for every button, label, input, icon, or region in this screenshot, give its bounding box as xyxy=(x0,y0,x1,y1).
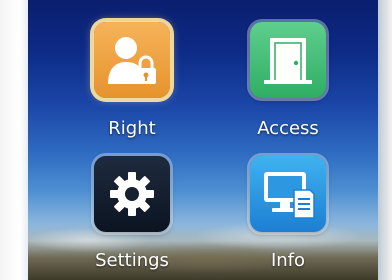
device-bezel-right xyxy=(378,0,392,280)
right-tile-button[interactable] xyxy=(94,22,170,98)
settings-label: Settings xyxy=(95,250,169,271)
device-bezel-left xyxy=(0,0,28,280)
computer-document-icon xyxy=(264,172,315,219)
settings-tile-button[interactable] xyxy=(94,156,170,232)
user-lock-icon xyxy=(108,37,156,84)
device-screen: Right Access Settings Info xyxy=(28,0,378,280)
door-icon xyxy=(264,38,312,84)
info-label: Info xyxy=(270,250,306,271)
info-tile-button[interactable] xyxy=(250,156,326,232)
gear-icon xyxy=(110,172,154,216)
access-tile-button[interactable] xyxy=(250,22,326,98)
right-label: Right xyxy=(108,118,156,139)
access-label: Access xyxy=(257,118,319,139)
